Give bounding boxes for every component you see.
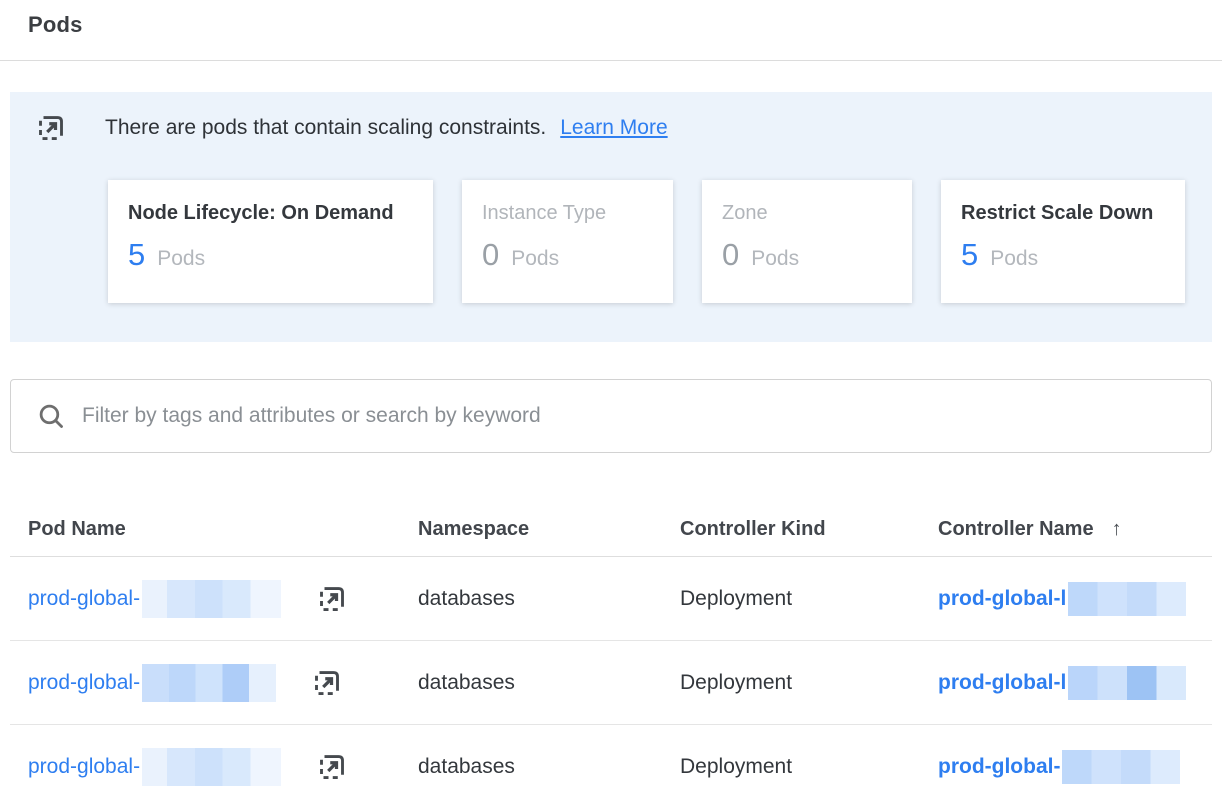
controller-name-cell: prod-global- — [938, 750, 1212, 784]
card-countline: 5 Pods — [128, 237, 413, 273]
scaling-constraints-banner: There are pods that contain scaling cons… — [10, 92, 1212, 342]
controller-kind-cell: Deployment — [680, 587, 938, 611]
card-restrict-scale-down[interactable]: Restrict Scale Down 5 Pods — [941, 180, 1185, 303]
banner-head: There are pods that contain scaling cons… — [36, 113, 1186, 143]
redacted-controller-name — [1062, 750, 1180, 784]
card-label: Node Lifecycle: On Demand — [128, 202, 413, 225]
controller-name-cell: prod-global-l — [938, 582, 1212, 616]
card-count: 5 — [128, 237, 145, 273]
page-title: Pods — [28, 12, 1222, 38]
pod-name-link[interactable]: prod-global- — [28, 580, 281, 618]
card-unit: Pods — [751, 247, 799, 271]
card-label: Zone — [722, 202, 892, 225]
redacted-controller-name — [1068, 666, 1186, 700]
card-zone[interactable]: Zone 0 Pods — [702, 180, 912, 303]
redacted-controller-name — [1068, 582, 1186, 616]
pod-name-cell: prod-global- — [28, 580, 418, 618]
card-count: 0 — [722, 237, 739, 273]
filter-input[interactable] — [82, 404, 1191, 428]
pod-name-link[interactable]: prod-global- — [28, 664, 276, 702]
table-header: Pod Name Namespace Controller Kind Contr… — [10, 503, 1212, 557]
pod-name-text: prod-global- — [28, 755, 140, 779]
redacted-pod-name — [142, 580, 281, 618]
namespace-cell: databases — [418, 671, 680, 695]
column-header-controller-name[interactable]: Controller Name ↑ — [938, 518, 1212, 541]
controller-name-cell: prod-global-l — [938, 666, 1212, 700]
pod-name-text: prod-global- — [28, 587, 140, 611]
card-unit: Pods — [511, 247, 559, 271]
column-header-label: Controller Name — [938, 518, 1094, 541]
table-row: prod-global- databases Deployment prod-g… — [10, 557, 1212, 641]
redacted-pod-name — [142, 748, 281, 786]
card-node-lifecycle[interactable]: Node Lifecycle: On Demand 5 Pods — [108, 180, 433, 303]
column-header-namespace[interactable]: Namespace — [418, 518, 680, 541]
card-instance-type[interactable]: Instance Type 0 Pods — [462, 180, 673, 303]
card-count: 0 — [482, 237, 499, 273]
card-label: Restrict Scale Down — [961, 202, 1165, 225]
card-countline: 5 Pods — [961, 237, 1165, 273]
table-row: prod-global- databases Deployment prod-g… — [10, 641, 1212, 725]
controller-name-link[interactable]: prod-global-l — [938, 582, 1186, 616]
controller-name-text: prod-global-l — [938, 587, 1066, 611]
card-countline: 0 Pods — [482, 237, 653, 273]
controller-kind-cell: Deployment — [680, 671, 938, 695]
redacted-pod-name — [142, 664, 276, 702]
scale-out-icon[interactable] — [317, 752, 347, 782]
card-label: Instance Type — [482, 202, 653, 225]
pod-name-cell: prod-global- — [28, 664, 418, 702]
pod-name-cell: prod-global- — [28, 748, 418, 786]
filter-bar — [10, 379, 1212, 453]
constraint-cards: Node Lifecycle: On Demand 5 Pods Instanc… — [108, 180, 1186, 303]
sort-ascending-icon: ↑ — [1112, 518, 1122, 541]
scale-out-icon[interactable] — [312, 668, 342, 698]
scale-out-icon[interactable] — [317, 584, 347, 614]
namespace-cell: databases — [418, 587, 680, 611]
card-count: 5 — [961, 237, 978, 273]
controller-name-link[interactable]: prod-global-l — [938, 666, 1186, 700]
card-unit: Pods — [157, 247, 205, 271]
scale-out-icon — [36, 113, 66, 143]
pods-table: Pod Name Namespace Controller Kind Contr… — [10, 503, 1212, 804]
learn-more-link[interactable]: Learn More — [560, 116, 667, 140]
table-row: prod-global- databases Deployment prod-g… — [10, 725, 1212, 804]
search-icon — [37, 402, 66, 431]
namespace-cell: databases — [418, 755, 680, 779]
banner-message: There are pods that contain scaling cons… — [105, 116, 546, 140]
controller-name-text: prod-global- — [938, 755, 1060, 779]
column-header-controller-kind[interactable]: Controller Kind — [680, 518, 938, 541]
pod-name-text: prod-global- — [28, 671, 140, 695]
pod-name-link[interactable]: prod-global- — [28, 748, 281, 786]
page-header: Pods — [0, 0, 1222, 61]
card-countline: 0 Pods — [722, 237, 892, 273]
controller-kind-cell: Deployment — [680, 755, 938, 779]
card-unit: Pods — [990, 247, 1038, 271]
controller-name-text: prod-global-l — [938, 671, 1066, 695]
column-header-pod-name[interactable]: Pod Name — [28, 518, 418, 541]
controller-name-link[interactable]: prod-global- — [938, 750, 1180, 784]
